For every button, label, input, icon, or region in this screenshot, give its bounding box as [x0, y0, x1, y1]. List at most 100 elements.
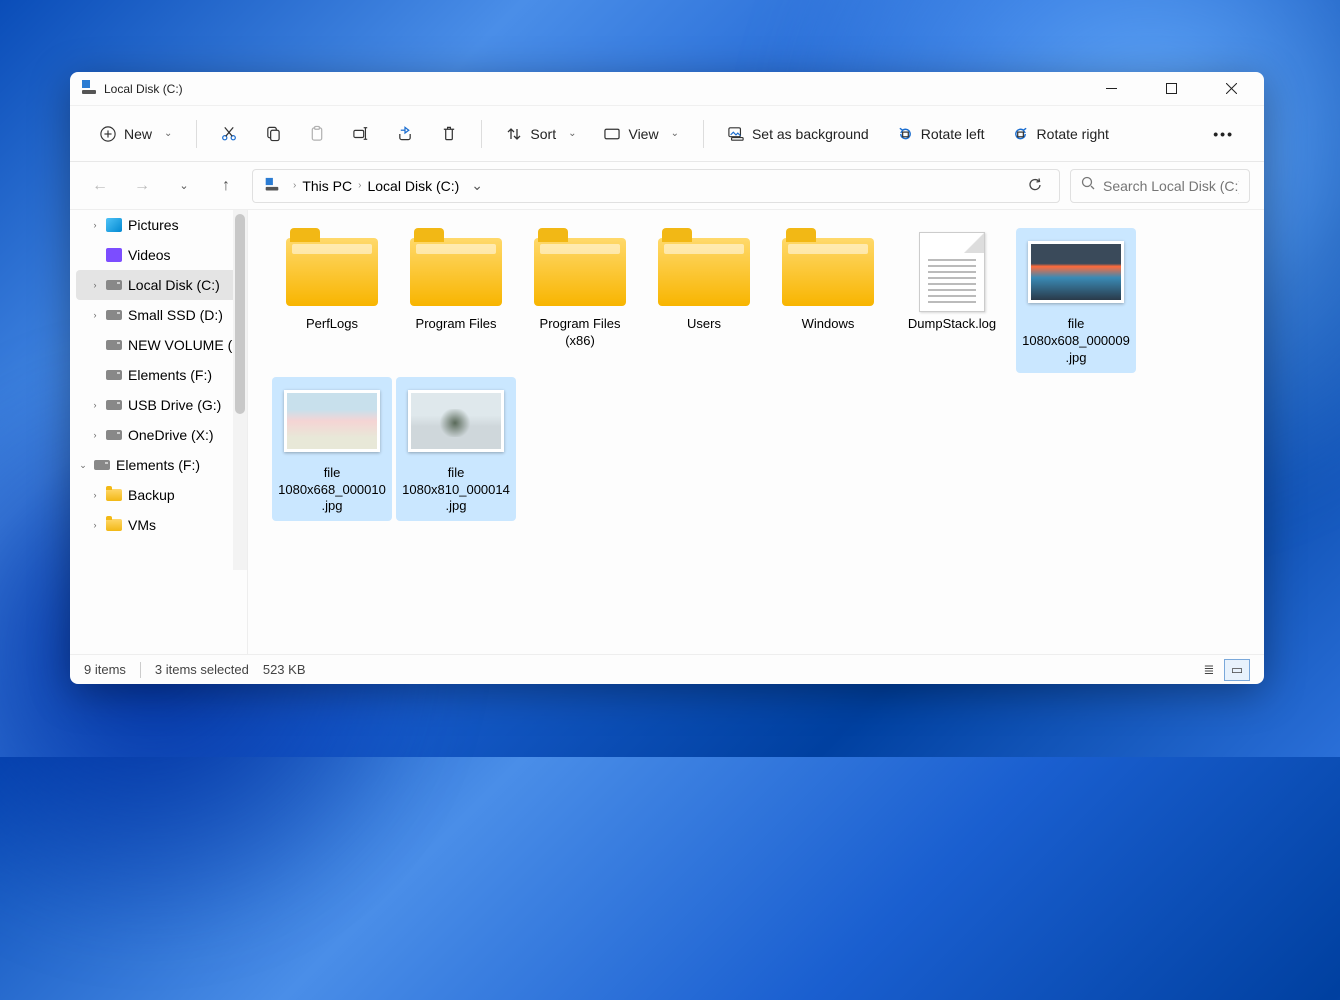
- up-button[interactable]: ↑: [210, 170, 242, 202]
- rotate-right-label: Rotate right: [1037, 126, 1109, 142]
- chevron-icon[interactable]: ⌄: [78, 460, 88, 471]
- rotate-right-button[interactable]: Rotate right: [1003, 120, 1119, 148]
- address-bar: ← → ⌄ ↑ › This PC › Local Disk (C:) ⌄: [70, 162, 1264, 210]
- rotate-right-icon: [1013, 126, 1029, 142]
- icons-view-button[interactable]: ▭: [1224, 659, 1250, 681]
- delete-button[interactable]: [431, 120, 467, 148]
- sidebar-item-label: Pictures: [128, 217, 179, 233]
- sidebar-item-label: Elements (F:): [128, 367, 212, 383]
- document-icon: [904, 234, 1000, 310]
- scrollbar-thumb[interactable]: [235, 214, 245, 414]
- refresh-button[interactable]: [1020, 177, 1051, 195]
- chevron-down-icon: ⌄: [671, 128, 679, 139]
- folder-item[interactable]: Users: [644, 228, 764, 373]
- rename-icon: [353, 126, 369, 142]
- rotate-left-label: Rotate left: [921, 126, 985, 142]
- separator: [703, 120, 704, 148]
- chevron-icon[interactable]: ›: [90, 520, 100, 530]
- copy-button[interactable]: [255, 120, 291, 148]
- breadcrumb-dropdown[interactable]: ⌄: [465, 177, 489, 194]
- drive-icon: [106, 280, 122, 290]
- copy-icon: [265, 126, 281, 142]
- image-item[interactable]: file 1080x810_000014.jpg: [396, 377, 516, 522]
- sidebar-item-label: Small SSD (D:): [128, 307, 223, 323]
- drive-icon: [94, 460, 110, 470]
- sidebar-item-vms[interactable]: › VMs: [70, 510, 247, 540]
- search-box[interactable]: [1070, 169, 1250, 203]
- sidebar: ›PicturesVideos›Local Disk (C:)›Small SS…: [70, 210, 248, 654]
- sidebar-item-label: VMs: [128, 517, 156, 533]
- sidebar-item-new-volume-[interactable]: NEW VOLUME (: [70, 330, 247, 360]
- sidebar-item-label: Backup: [128, 487, 175, 503]
- doc-item[interactable]: DumpStack.log: [892, 228, 1012, 373]
- sidebar-item-label: OneDrive (X:): [128, 427, 214, 443]
- chevron-icon[interactable]: ›: [90, 220, 100, 230]
- content-pane[interactable]: PerfLogsProgram FilesProgram Files (x86)…: [248, 210, 1264, 654]
- chevron-icon[interactable]: ›: [90, 280, 100, 290]
- minimize-button[interactable]: [1096, 74, 1126, 104]
- breadcrumb-part[interactable]: This PC: [302, 178, 352, 194]
- sidebar-item-elements-f-[interactable]: ⌄Elements (F:): [70, 450, 247, 480]
- new-button[interactable]: New ⌄: [90, 120, 182, 148]
- image-item[interactable]: file 1080x668_000010.jpg: [272, 377, 392, 522]
- sidebar-item-pictures[interactable]: › Pictures: [70, 210, 247, 240]
- maximize-button[interactable]: [1156, 74, 1186, 104]
- sidebar-item-label: NEW VOLUME (: [128, 337, 232, 353]
- sidebar-item-videos[interactable]: Videos: [70, 240, 247, 270]
- breadcrumb-part[interactable]: Local Disk (C:): [367, 178, 459, 194]
- search-input[interactable]: [1103, 178, 1239, 194]
- scrollbar[interactable]: [233, 210, 247, 570]
- background-icon: [728, 126, 744, 142]
- sidebar-item-label: Videos: [128, 247, 171, 263]
- folder-item[interactable]: Program Files (x86): [520, 228, 640, 373]
- close-button[interactable]: [1216, 74, 1246, 104]
- set-background-button[interactable]: Set as background: [718, 120, 879, 148]
- sort-icon: [506, 126, 522, 142]
- folder-icon: [780, 234, 876, 310]
- sidebar-item-small-ssd-d-[interactable]: › Small SSD (D:): [70, 300, 247, 330]
- sidebar-item-elements-f-[interactable]: Elements (F:): [70, 360, 247, 390]
- view-button[interactable]: View ⌄: [594, 120, 688, 148]
- drive-icon: [106, 430, 122, 440]
- share-icon: [397, 126, 413, 142]
- folder-icon: [106, 519, 122, 531]
- sort-button[interactable]: Sort ⌄: [496, 120, 586, 148]
- details-view-button[interactable]: ≣: [1196, 659, 1222, 681]
- folder-item[interactable]: Program Files: [396, 228, 516, 373]
- breadcrumb[interactable]: › This PC › Local Disk (C:) ⌄: [252, 169, 1060, 203]
- folder-icon: [656, 234, 752, 310]
- rename-button[interactable]: [343, 120, 379, 148]
- chevron-icon[interactable]: ›: [90, 400, 100, 410]
- chevron-icon[interactable]: ›: [90, 490, 100, 500]
- item-label: Windows: [802, 316, 855, 333]
- back-button[interactable]: ←: [84, 170, 116, 202]
- paste-button[interactable]: [299, 120, 335, 148]
- new-label: New: [124, 126, 152, 142]
- window-title: Local Disk (C:): [104, 82, 183, 96]
- more-button[interactable]: •••: [1203, 120, 1244, 148]
- sidebar-item-backup[interactable]: › Backup: [70, 480, 247, 510]
- scissors-icon: [221, 126, 237, 142]
- sidebar-item-label: USB Drive (G:): [128, 397, 221, 413]
- forward-button[interactable]: →: [126, 170, 158, 202]
- drive-icon: [82, 84, 96, 94]
- chevron-icon[interactable]: ›: [90, 430, 100, 440]
- cut-button[interactable]: [211, 120, 247, 148]
- folder-item[interactable]: PerfLogs: [272, 228, 392, 373]
- chevron-icon[interactable]: ›: [90, 310, 100, 320]
- item-label: file 1080x810_000014.jpg: [402, 465, 510, 516]
- rotate-left-button[interactable]: Rotate left: [887, 120, 995, 148]
- folder-icon: [408, 234, 504, 310]
- image-item[interactable]: file 1080x608_000009.jpg: [1016, 228, 1136, 373]
- share-button[interactable]: [387, 120, 423, 148]
- chevron-down-icon: ⌄: [164, 128, 172, 139]
- sidebar-item-local-disk-c-[interactable]: ›Local Disk (C:): [76, 270, 241, 300]
- sidebar-item-usb-drive-g-[interactable]: › USB Drive (G:): [70, 390, 247, 420]
- folder-item[interactable]: Windows: [768, 228, 888, 373]
- recent-button[interactable]: ⌄: [168, 170, 200, 202]
- trash-icon: [441, 126, 457, 142]
- set-bg-label: Set as background: [752, 126, 869, 142]
- drive-icon: [106, 310, 122, 320]
- sidebar-item-onedrive-x-[interactable]: › OneDrive (X:): [70, 420, 247, 450]
- sort-label: Sort: [530, 126, 556, 142]
